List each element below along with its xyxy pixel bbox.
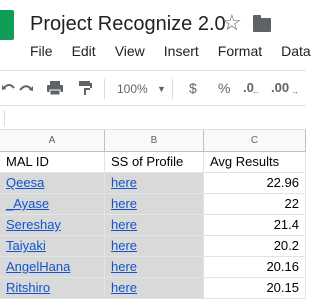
title-bar: Project Recognize 2.0 ☆ File Edit View I… [0,0,311,70]
avg-results-cell[interactable]: 20.15 [204,278,306,299]
screenshot-link[interactable]: here [111,175,137,190]
menu-format[interactable]: Format [218,43,262,63]
mal-id-cell[interactable]: _Ayase [0,194,105,215]
avg-results-cell[interactable]: 21.4 [204,215,306,236]
sheets-logo-icon[interactable] [0,10,14,40]
menu-data[interactable]: Data [281,43,311,63]
profile-link[interactable]: Taiyaki [6,238,46,253]
mal-id-cell[interactable]: Sereshay [0,215,105,236]
paint-format-icon[interactable] [78,80,92,96]
increase-decimals-button[interactable]: .00 [271,80,289,96]
profile-link[interactable]: Sereshay [6,217,61,232]
profile-link[interactable]: AngelHana [6,259,70,274]
profile-link[interactable]: _Ayase [6,196,49,211]
screenshot-cell[interactable]: here [105,215,204,236]
arrow-left-icon: ← [252,87,260,96]
zoom-select[interactable]: 100% [117,81,148,97]
screenshot-cell[interactable]: here [105,173,204,194]
avg-results-cell[interactable]: 22 [204,194,306,215]
avg-results-cell[interactable]: 22.96 [204,173,306,194]
formula-bar-divider [4,110,5,126]
menu-file[interactable]: File [30,43,53,63]
menu-insert[interactable]: Insert [164,43,199,63]
screenshot-cell[interactable]: here [105,257,204,278]
percent-format-button[interactable]: % [218,80,230,96]
header-cell-mal-id[interactable]: MAL ID [0,152,105,173]
screenshot-link[interactable]: here [111,259,137,274]
mal-id-cell[interactable]: Taiyaki [0,236,105,257]
screenshot-link[interactable]: here [111,280,137,295]
document-title[interactable]: Project Recognize 2.0 [30,13,226,36]
screenshot-cell[interactable]: here [105,278,204,299]
menu-bar: File Edit View Insert Format Data [30,43,320,63]
column-header-a[interactable]: A [0,130,105,152]
avg-results-cell[interactable]: 20.2 [204,236,306,257]
redo-icon[interactable] [18,80,34,96]
screenshot-link[interactable]: here [111,217,137,232]
folder-icon[interactable] [253,15,271,32]
menu-view[interactable]: View [115,43,145,63]
arrow-right-icon: → [291,87,299,96]
screenshot-cell[interactable]: here [105,194,204,215]
print-icon[interactable] [46,80,64,96]
mal-id-cell[interactable]: AngelHana [0,257,105,278]
column-header-b[interactable]: B [105,130,204,152]
avg-results-cell[interactable]: 20.16 [204,257,306,278]
column-header-c[interactable]: C [204,130,306,152]
mal-id-cell[interactable]: Qeesa [0,173,105,194]
formula-bar[interactable] [0,106,306,130]
undo-icon[interactable] [2,80,16,96]
profile-link[interactable]: Ritshiro [6,280,50,295]
header-cell-ss-of-profile[interactable]: SS of Profile [105,152,204,173]
screenshot-cell[interactable]: here [105,236,204,257]
toolbar: 100% ▼ $ % .0 ← .00 → [0,70,306,106]
currency-format-button[interactable]: $ [189,80,197,96]
toolbar-divider [172,79,173,99]
screenshot-link[interactable]: here [111,238,137,253]
menu-edit[interactable]: Edit [72,43,96,63]
header-cell-avg-results[interactable]: Avg Results [204,152,306,173]
screenshot-link[interactable]: here [111,196,137,211]
star-icon[interactable]: ☆ [222,12,242,34]
toolbar-divider [104,79,105,99]
profile-link[interactable]: Qeesa [6,175,44,190]
chevron-down-icon[interactable]: ▼ [157,81,166,97]
mal-id-cell[interactable]: Ritshiro [0,278,105,299]
